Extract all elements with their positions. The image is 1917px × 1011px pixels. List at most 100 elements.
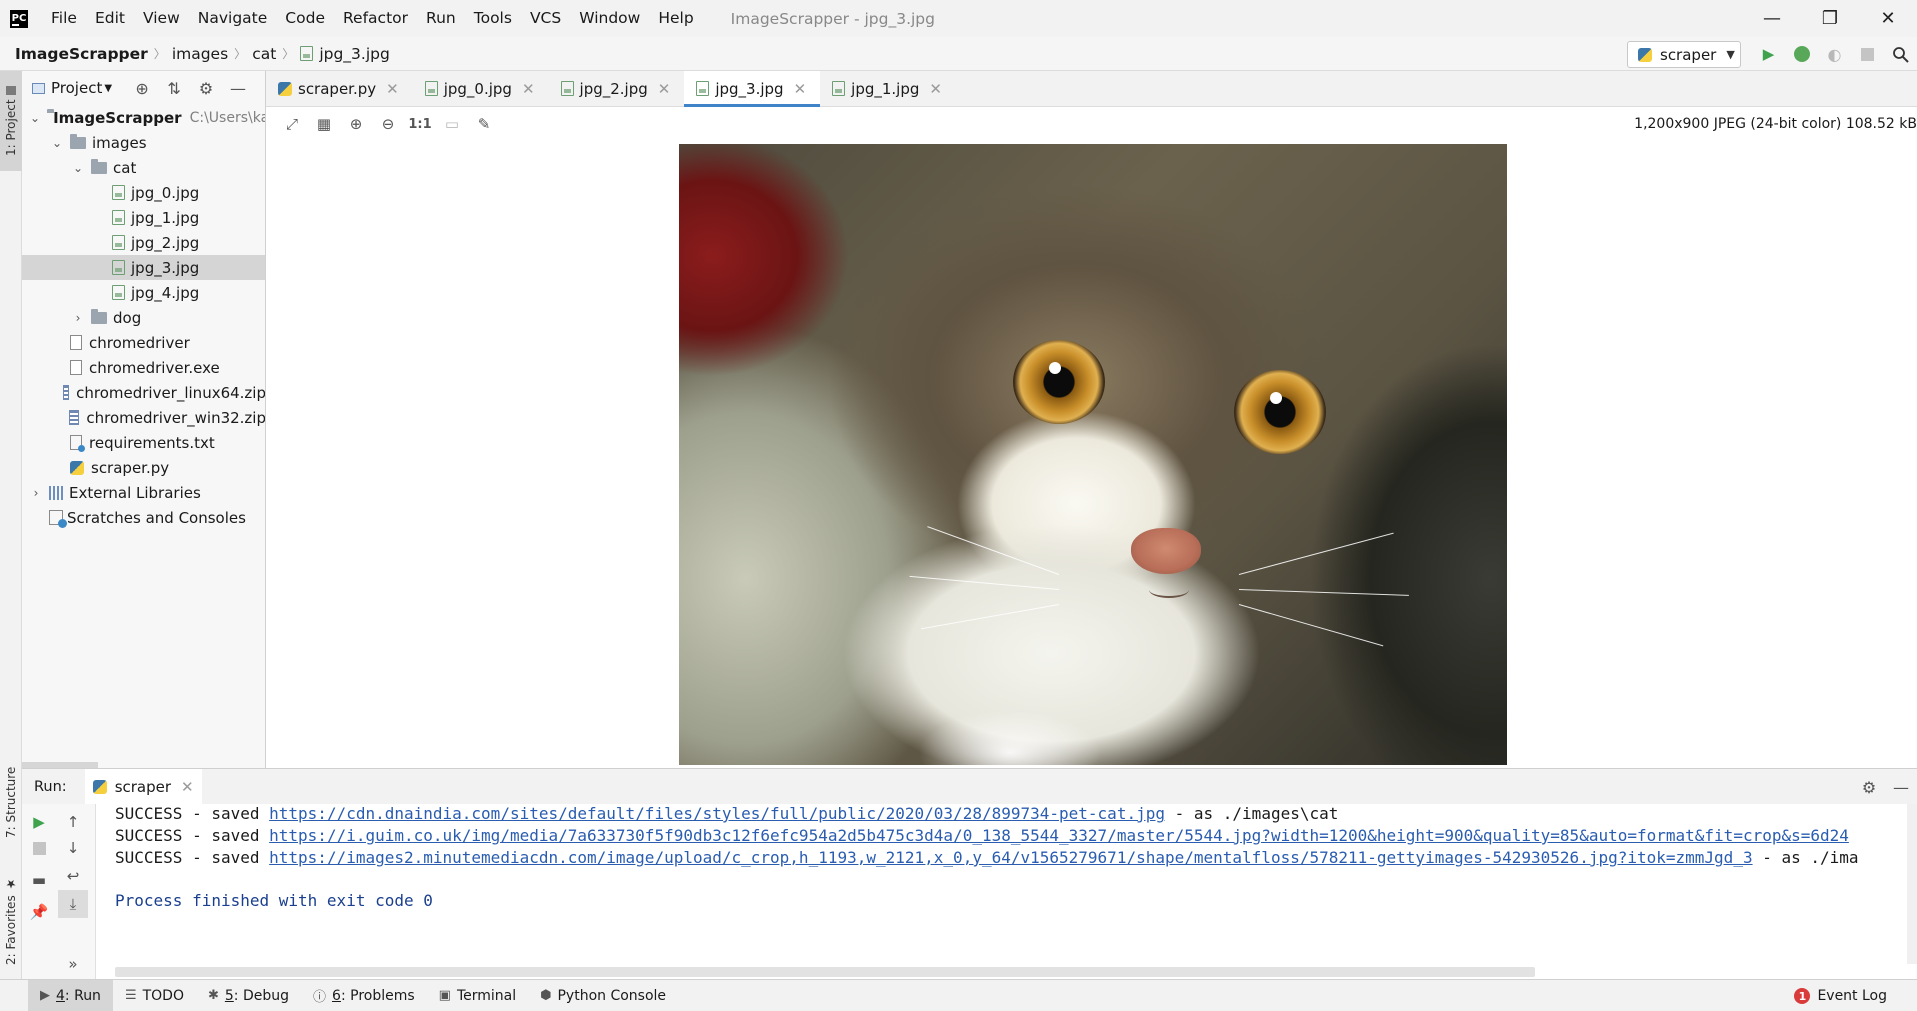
minimize-button[interactable]: — <box>1743 0 1801 37</box>
tree-item[interactable]: › External Libraries <box>22 480 265 505</box>
bottom-tab[interactable]: ▶ 4: Run <box>28 979 113 1011</box>
tree-item[interactable]: chromedriver_linux64.zip <box>22 380 265 405</box>
hide-icon[interactable]: — <box>222 79 254 98</box>
soft-wrap-button[interactable]: ↩ <box>58 862 88 890</box>
menu-edit[interactable]: Edit <box>86 0 134 37</box>
zoom-out-button[interactable]: ⊖ <box>372 109 404 139</box>
bottom-tab[interactable]: ✱ 5: Debug <box>196 980 301 1011</box>
coverage-button[interactable]: ◐ <box>1818 37 1851 71</box>
breadcrumb-images[interactable]: images <box>172 45 228 63</box>
stop-button[interactable] <box>1851 37 1884 71</box>
tree-item[interactable]: Scratches and Consoles <box>22 505 265 530</box>
console-link[interactable]: https://images2.minutemediacdn.com/image… <box>269 848 1752 867</box>
fit-window-icon: ▭ <box>444 115 460 133</box>
run-tab-scraper[interactable]: scraper ✕ <box>84 768 202 805</box>
bottom-tab[interactable]: ⓘ 6: Problems <box>301 980 427 1011</box>
run-console[interactable]: SUCCESS - saved https://cdn.dnaindia.com… <box>96 804 1917 979</box>
tree-item[interactable]: ⌄ cat <box>22 155 265 180</box>
menu-navigate[interactable]: Navigate <box>189 0 277 37</box>
locate-icon[interactable]: ⊕ <box>126 79 158 98</box>
collapse-all-icon[interactable]: ⇅ <box>158 79 190 98</box>
tree-item[interactable]: chromedriver.exe <box>22 355 265 380</box>
close-icon[interactable]: ✕ <box>386 80 399 98</box>
event-log-button[interactable]: 1 Event Log <box>1794 980 1887 1011</box>
tree-item[interactable]: requirements.txt <box>22 430 265 455</box>
fit-window-button[interactable]: ▭ <box>436 109 468 139</box>
close-window-button[interactable]: ✕ <box>1859 0 1917 37</box>
close-icon[interactable]: ✕ <box>794 80 807 98</box>
bottom-tab[interactable]: ☰ TODO <box>113 980 196 1011</box>
bottom-tab[interactable]: ▣ Terminal <box>427 980 528 1011</box>
menu-window[interactable]: Window <box>570 0 649 37</box>
eyedropper-icon: ✎ <box>477 115 491 133</box>
tree-item[interactable]: ⌄ ImageScrapper C:\Users\ka <box>22 105 265 130</box>
search-everywhere-button[interactable] <box>1884 37 1917 71</box>
tree-item[interactable]: chromedriver <box>22 330 265 355</box>
stop-run-button[interactable] <box>24 834 54 862</box>
console-horizontal-scrollbar[interactable] <box>115 967 1535 977</box>
bottom-tab[interactable]: ⬢ Python Console <box>528 980 678 1011</box>
console-link[interactable]: https://i.guim.co.uk/img/media/7a633730f… <box>269 826 1849 845</box>
breadcrumb-file[interactable]: jpg_3.jpg <box>319 45 390 63</box>
structure-tool-tab[interactable]: 7: Structure <box>0 757 22 847</box>
tree-item[interactable]: jpg_2.jpg <box>22 230 265 255</box>
chevron-down-icon[interactable]: ⌄ <box>72 161 84 175</box>
menu-vcs[interactable]: VCS <box>521 0 570 37</box>
menu-refactor[interactable]: Refactor <box>334 0 417 37</box>
run-configuration-select[interactable]: scraper ▼ <box>1627 41 1741 68</box>
menu-view[interactable]: View <box>134 0 189 37</box>
close-icon[interactable]: ✕ <box>181 778 194 796</box>
tree-item[interactable]: jpg_1.jpg <box>22 205 265 230</box>
gear-icon[interactable]: ⚙ <box>190 79 222 98</box>
editor-tab[interactable]: jpg_3.jpg ✕ <box>684 71 821 107</box>
menu-code[interactable]: Code <box>276 0 334 37</box>
chevron-down-icon[interactable]: ⌄ <box>30 111 40 125</box>
color-picker-button[interactable]: ✎ <box>468 109 500 139</box>
actual-size-button[interactable]: 1:1 <box>404 109 436 139</box>
editor-tab[interactable]: jpg_2.jpg ✕ <box>549 71 685 106</box>
scroll-down-button[interactable]: ↓ <box>58 834 88 862</box>
editor-tab[interactable]: jpg_1.jpg ✕ <box>820 71 956 106</box>
zoom-in-button[interactable]: ⊕ <box>340 109 372 139</box>
tree-item[interactable]: ⌄ images <box>22 130 265 155</box>
console-vertical-scrollbar[interactable] <box>1907 804 1917 964</box>
hide-icon[interactable]: — <box>1885 778 1917 797</box>
tree-item[interactable]: scraper.py <box>22 455 265 480</box>
scroll-up-button[interactable]: ↑ <box>58 808 88 836</box>
tree-item[interactable]: jpg_4.jpg <box>22 280 265 305</box>
menu-file[interactable]: File <box>42 0 86 37</box>
tree-item[interactable]: jpg_3.jpg <box>22 255 265 280</box>
chevron-down-icon[interactable]: ⌄ <box>51 136 63 150</box>
gear-icon[interactable]: ⚙ <box>1853 778 1885 797</box>
menu-run[interactable]: Run <box>417 0 465 37</box>
close-icon[interactable]: ✕ <box>522 80 535 98</box>
breadcrumb-project[interactable]: ImageScrapper <box>15 45 148 63</box>
editor-tab[interactable]: scraper.py ✕ <box>266 71 413 106</box>
tree-item-label: chromedriver <box>89 333 190 352</box>
restore-button[interactable]: ❐ <box>1801 0 1859 37</box>
pin-tab-button[interactable]: 📌 <box>24 898 54 926</box>
project-view-select[interactable]: Project <box>51 79 102 97</box>
rerun-button[interactable]: ▶ <box>24 808 54 836</box>
project-tool-tab[interactable]: 1: Project <box>0 71 22 171</box>
menu-tools[interactable]: Tools <box>465 0 521 37</box>
breadcrumb-cat[interactable]: cat <box>252 45 276 63</box>
close-icon[interactable]: ✕ <box>929 80 942 98</box>
menu-help[interactable]: Help <box>649 0 702 37</box>
scroll-to-end-button[interactable]: ⤓ <box>58 890 88 918</box>
more-button[interactable]: » <box>58 950 88 978</box>
console-link[interactable]: https://cdn.dnaindia.com/sites/default/f… <box>269 804 1165 823</box>
fit-zoom-button[interactable]: ⤢ <box>276 109 308 139</box>
chevron-right-icon[interactable]: › <box>72 311 84 325</box>
debug-button[interactable] <box>1785 37 1818 71</box>
editor-tab[interactable]: jpg_0.jpg ✕ <box>413 71 549 106</box>
run-button[interactable]: ▶ <box>1752 37 1785 71</box>
favorites-tool-tab[interactable]: 2: Favorites ★ <box>0 871 22 971</box>
chevron-right-icon[interactable]: › <box>30 486 42 500</box>
tree-item[interactable]: chromedriver_win32.zip <box>22 405 265 430</box>
close-icon[interactable]: ✕ <box>658 80 671 98</box>
tree-item[interactable]: › dog <box>22 305 265 330</box>
grid-toggle-button[interactable]: ▦ <box>308 109 340 139</box>
tree-item[interactable]: jpg_0.jpg <box>22 180 265 205</box>
layout-button[interactable]: ▬ <box>24 866 54 894</box>
